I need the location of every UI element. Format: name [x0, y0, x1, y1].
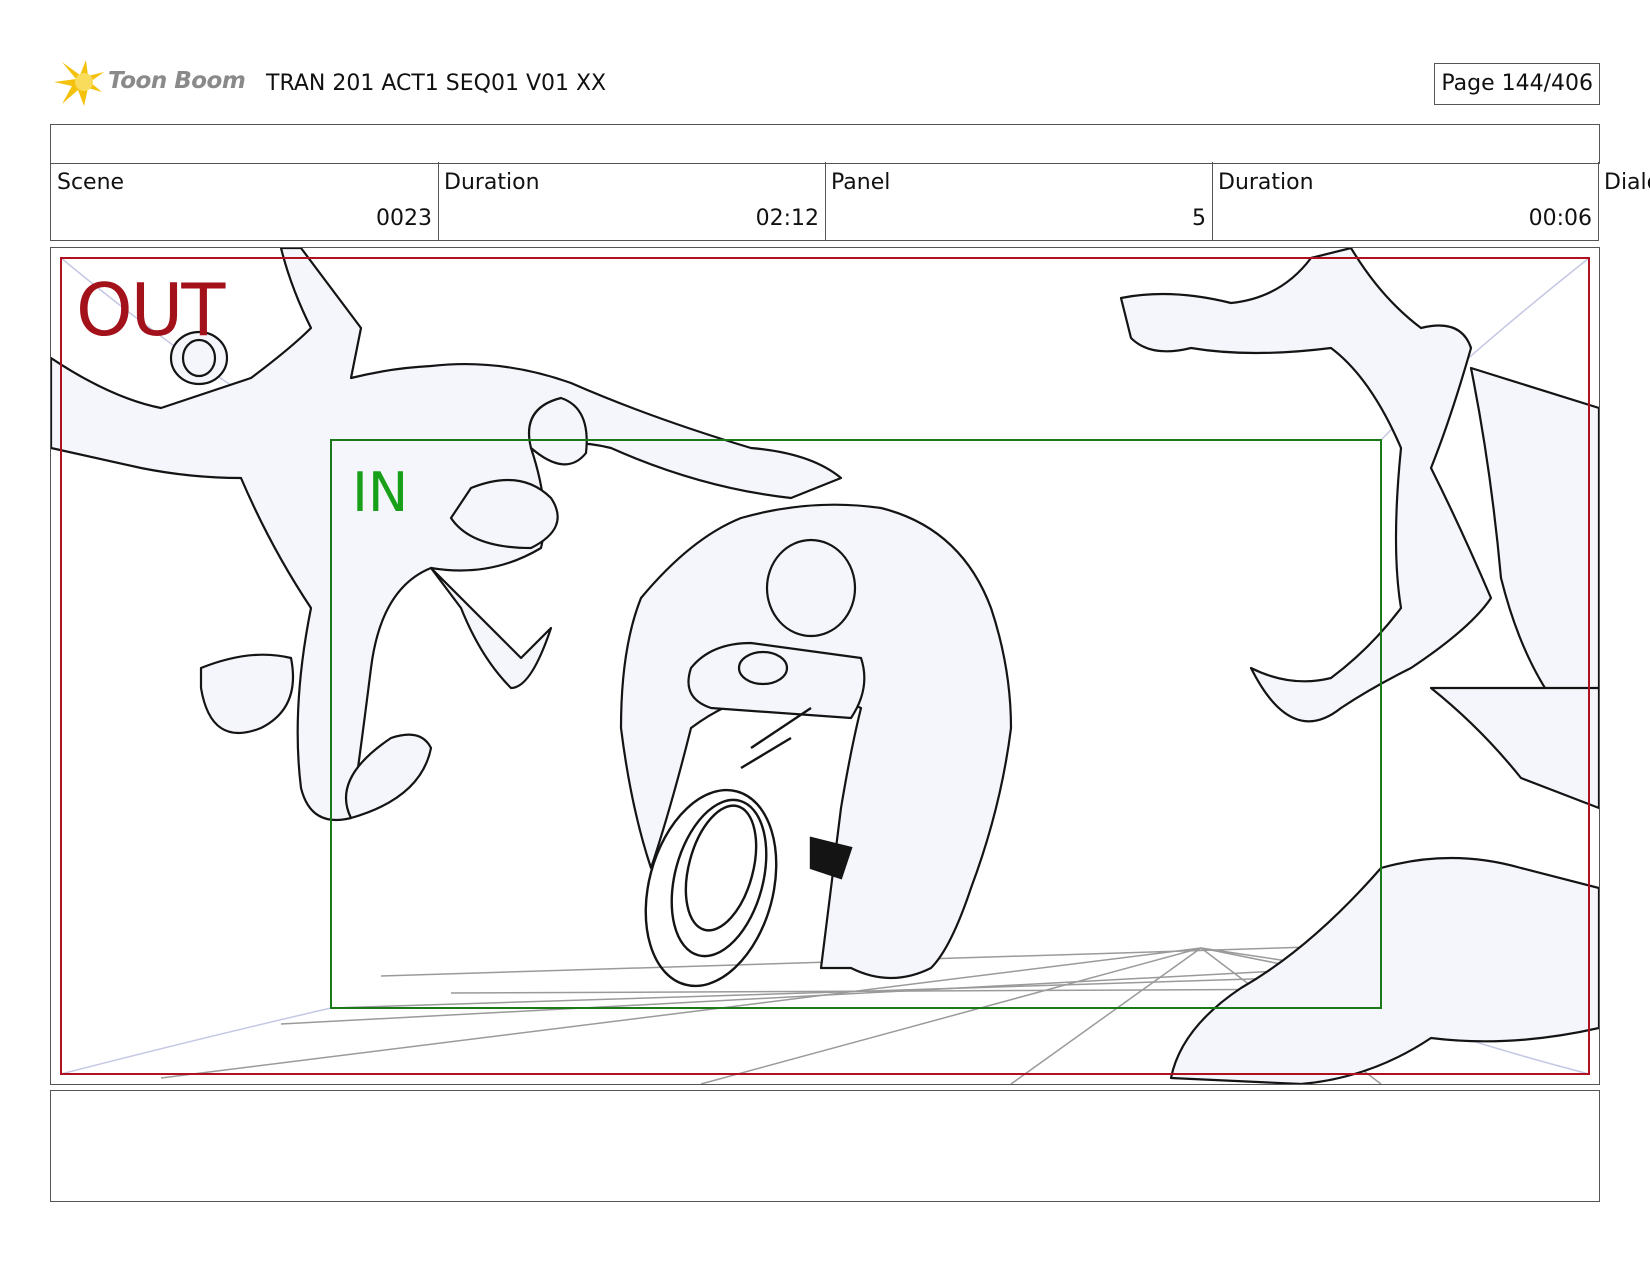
dialog-label: Dialo [1604, 170, 1650, 195]
rider-sketch [619, 503, 1013, 980]
panel-duration-field: Duration 00:06 [1212, 162, 1599, 240]
right-creature-sketch [1119, 248, 1599, 1084]
logo-burst-icon [54, 60, 104, 106]
toon-boom-logo: Toon Boom [50, 60, 250, 106]
scene-label: Scene [57, 170, 125, 195]
panel-duration-label: Duration [1218, 170, 1314, 195]
storyboard-sketch [51, 248, 1599, 1084]
panel-notes-box [50, 1090, 1600, 1202]
scene-duration-label: Duration [444, 170, 540, 195]
panel-info-row: Scene 0023 Duration 02:12 Panel 5 Durati… [50, 162, 1599, 241]
panel-value: 5 [1192, 206, 1206, 231]
panel-field: Panel 5 [825, 162, 1213, 240]
header-blank-strip [50, 124, 1600, 164]
storyboard-panel-image: OUT IN [50, 247, 1600, 1085]
scene-field: Scene 0023 [51, 162, 439, 240]
scene-value: 0023 [376, 206, 432, 231]
panel-label: Panel [831, 170, 891, 195]
page-header: Toon Boom TRAN 201 ACT1 SEQ01 V01 XX Pag… [50, 58, 1600, 108]
logo-text: Toon Boom [108, 68, 246, 94]
scene-duration-value: 02:12 [755, 206, 819, 231]
out-frame-label: OUT [76, 268, 225, 352]
panel-duration-value: 00:06 [1528, 206, 1592, 231]
scene-duration-field: Duration 02:12 [438, 162, 826, 240]
document-title: TRAN 201 ACT1 SEQ01 V01 XX [266, 71, 607, 96]
page-number: Page 144/406 [1434, 63, 1600, 105]
in-frame-label: IN [352, 461, 409, 524]
